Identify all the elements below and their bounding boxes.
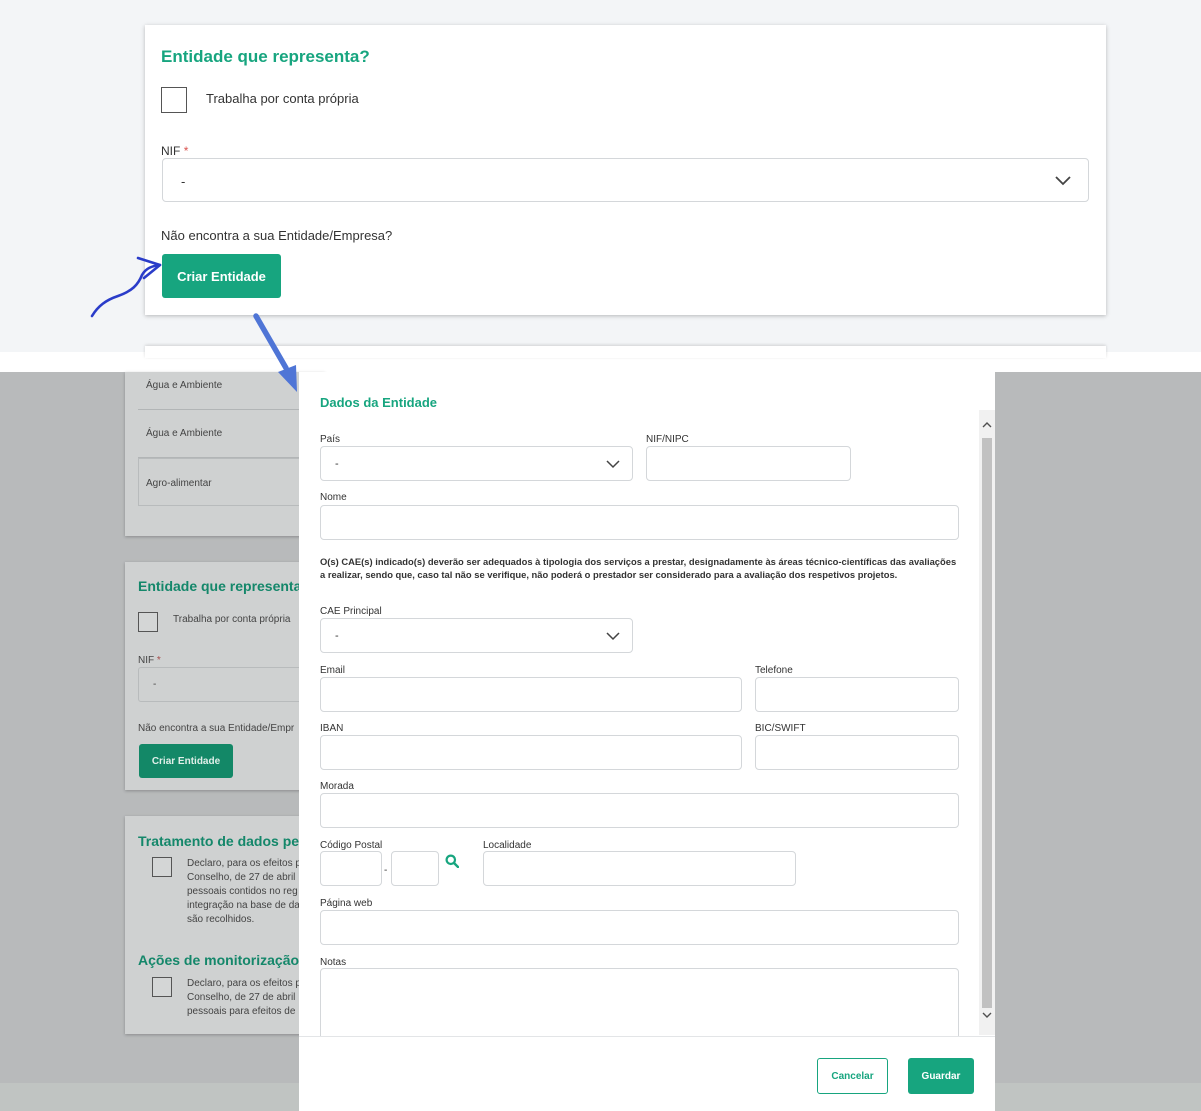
chevron-down-icon bbox=[606, 632, 620, 641]
phone-label: Telefone bbox=[755, 665, 793, 676]
modal-footer-divider bbox=[299, 1036, 995, 1037]
name-label: Nome bbox=[320, 492, 347, 503]
bic-label: BIC/SWIFT bbox=[755, 723, 806, 734]
cae-select[interactable]: - bbox=[320, 618, 633, 653]
chevron-down-icon bbox=[606, 460, 620, 469]
bg-create-entity-button: Criar Entidade bbox=[139, 744, 233, 778]
bg-required-mark: * bbox=[156, 655, 161, 666]
bg-self-employed-checkbox bbox=[138, 612, 158, 632]
website-input[interactable] bbox=[320, 910, 959, 945]
self-employed-label: Trabalha por conta própria bbox=[206, 91, 359, 106]
required-mark: * bbox=[183, 144, 189, 158]
bg-consent-line: Declaro, para os efeitos p bbox=[187, 858, 301, 869]
postal-code-label: Código Postal bbox=[320, 840, 383, 851]
bg-data-treatment-checkbox bbox=[152, 857, 172, 877]
scrollbar-thumb[interactable] bbox=[982, 438, 992, 1008]
bg-monitoring-line: Conselho, de 27 de abril bbox=[187, 992, 296, 1003]
phone-input[interactable] bbox=[755, 677, 959, 712]
iban-label: IBAN bbox=[320, 723, 344, 734]
scroll-up-icon[interactable] bbox=[982, 420, 992, 432]
notes-textarea[interactable] bbox=[320, 968, 959, 1036]
bg-consent-line: integração na base de da bbox=[187, 900, 300, 911]
next-card-edge bbox=[145, 346, 1106, 358]
cae-select-value: - bbox=[335, 630, 339, 642]
area-item: Água e Ambiente bbox=[146, 380, 223, 391]
bg-nif-label-text: NIF bbox=[138, 655, 155, 666]
self-employed-checkbox[interactable] bbox=[161, 87, 187, 113]
name-input[interactable] bbox=[320, 505, 959, 540]
nif-label-text: NIF bbox=[161, 144, 181, 158]
area-item: Água e Ambiente bbox=[146, 428, 223, 439]
modal-scroll-area[interactable]: País - NIF/NIPC Nome O(s) CAE(s) indicad… bbox=[299, 410, 995, 1036]
nif-nipc-label: NIF/NIPC bbox=[646, 434, 689, 445]
bg-help-text: Não encontra a sua Entidade/Empr bbox=[138, 723, 295, 734]
nif-label: NIF * bbox=[161, 144, 188, 158]
cae-notice: O(s) CAE(s) indicado(s) deverão ser adeq… bbox=[320, 556, 957, 580]
modal-title: Dados da Entidade bbox=[320, 395, 438, 410]
modal-scrollbar[interactable] bbox=[979, 410, 995, 1035]
bg-entity-card: Entidade que representa? Trabalha por co… bbox=[125, 562, 328, 790]
entity-card: Entidade que representa? Trabalha por co… bbox=[145, 25, 1106, 315]
email-label: Email bbox=[320, 665, 346, 676]
postal-code-prefix-input[interactable] bbox=[320, 851, 382, 886]
country-label: País bbox=[320, 434, 341, 445]
scroll-down-icon[interactable] bbox=[982, 1010, 992, 1022]
notes-label: Notas bbox=[320, 957, 347, 968]
nif-select[interactable]: - bbox=[162, 158, 1089, 202]
website-label: Página web bbox=[320, 898, 373, 909]
bg-nif-label: NIF * bbox=[138, 655, 161, 666]
bg-monitoring-checkbox bbox=[152, 977, 172, 997]
nif-nipc-input[interactable] bbox=[646, 446, 851, 481]
bg-consent-card: Tratamento de dados pes Declaro, para os… bbox=[125, 816, 325, 1034]
entity-data-modal: Dados da Entidade País - NIF/NIPC Nome O… bbox=[299, 372, 995, 1111]
bg-nif-value: - bbox=[153, 679, 157, 690]
chevron-down-icon bbox=[1055, 176, 1071, 186]
locality-input[interactable] bbox=[483, 851, 796, 886]
bg-monitoring-line: Declaro, para os efeitos p bbox=[187, 978, 301, 989]
address-input[interactable] bbox=[320, 793, 959, 828]
areas-card: Água e Ambiente Água e Ambiente Agro-ali… bbox=[125, 372, 328, 536]
iban-input[interactable] bbox=[320, 735, 742, 770]
entity-card-title: Entidade que representa? bbox=[161, 47, 370, 66]
address-label: Morada bbox=[320, 781, 354, 792]
cancel-button[interactable]: Cancelar bbox=[817, 1058, 888, 1094]
bic-input[interactable] bbox=[755, 735, 959, 770]
bg-data-treatment-title: Tratamento de dados pes bbox=[138, 833, 307, 849]
search-icon[interactable] bbox=[445, 854, 459, 868]
locality-label: Localidade bbox=[483, 840, 532, 851]
bg-consent-line: são recolhidos. bbox=[187, 914, 255, 925]
cae-label: CAE Principal bbox=[320, 606, 382, 617]
postal-code-suffix-input[interactable] bbox=[391, 851, 439, 886]
postal-code-dash: - bbox=[384, 865, 388, 876]
create-entity-button[interactable]: Criar Entidade bbox=[162, 254, 281, 298]
country-select-value: - bbox=[335, 458, 339, 470]
bg-entity-title: Entidade que representa? bbox=[138, 578, 310, 594]
bg-consent-line: Conselho, de 27 de abril bbox=[187, 872, 296, 883]
divider bbox=[138, 409, 325, 410]
email-input[interactable] bbox=[320, 677, 742, 712]
entity-help-text: Não encontra a sua Entidade/Empresa? bbox=[161, 228, 393, 243]
save-button[interactable]: Guardar bbox=[908, 1058, 974, 1094]
nif-select-value: - bbox=[181, 174, 186, 189]
bg-monitoring-line: pessoais para efeitos de bbox=[187, 1006, 296, 1017]
bg-self-employed-label: Trabalha por conta própria bbox=[173, 614, 291, 625]
bg-monitoring-title: Ações de monitorização e bbox=[138, 952, 311, 968]
country-select[interactable]: - bbox=[320, 446, 633, 481]
bg-consent-line: pessoais contidos no reg bbox=[187, 886, 298, 897]
area-item: Agro-alimentar bbox=[146, 478, 212, 489]
